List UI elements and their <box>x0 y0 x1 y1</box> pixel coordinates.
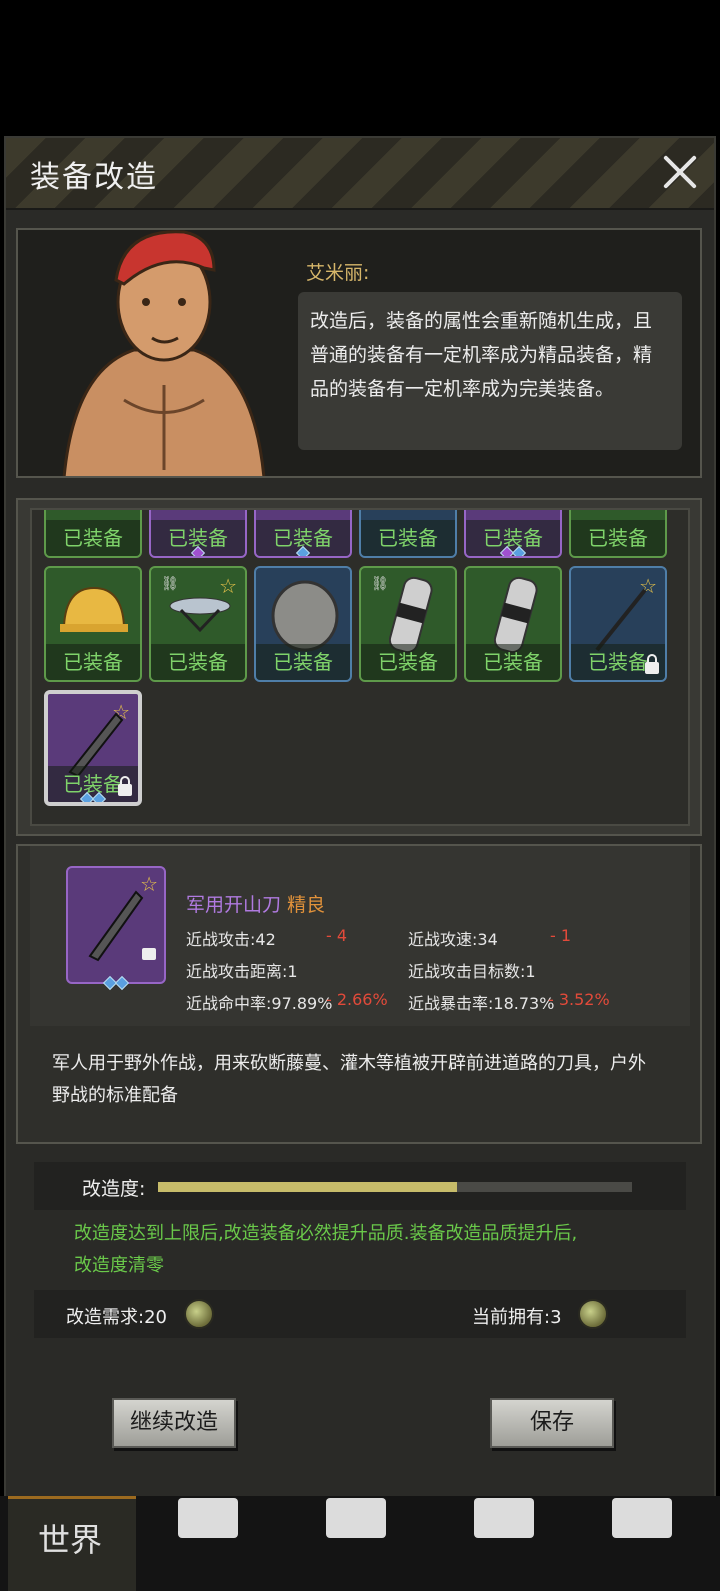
gem-icon <box>91 791 107 802</box>
stat-label: 近战命中率:97.89% <box>186 994 333 1013</box>
stat-delta: - 2.66% <box>326 990 388 1009</box>
refine-note: 改造度达到上限后,改造装备必然提升品质.装备改造品质提升后,改造度清零 <box>74 1223 578 1276</box>
shield-icon <box>271 580 339 652</box>
refine-progress-fill <box>158 1182 457 1192</box>
inventory-slot[interactable]: 已装备 <box>44 510 142 558</box>
item-icon: ☆ <box>66 866 166 991</box>
hardhat-icon <box>60 586 128 632</box>
equipped-label: 已装备 <box>466 644 560 680</box>
equipment-modify-dialog: 装备改造 艾米丽: 改造后，装备的属性会重新随机生成，且普通的装备有一定机率成为… <box>4 136 716 1516</box>
stat-label: 近战攻击目标数:1 <box>408 962 536 981</box>
stat-label: 近战攻击:42 <box>186 930 276 949</box>
gem-sockets <box>102 975 130 991</box>
item-name-line: 军用开山刀 精良 <box>186 890 325 917</box>
gem-sockets <box>295 545 311 556</box>
refine-progress-row: 改造度: <box>34 1162 686 1210</box>
item-name: 军用开山刀 <box>186 894 282 916</box>
gem-icon <box>190 545 206 556</box>
lock-icon <box>118 776 132 796</box>
continue-modify-button[interactable]: 继续改造 <box>112 1398 236 1448</box>
lock-icon <box>645 654 659 674</box>
status-area <box>0 0 720 136</box>
arm-guard-icon <box>389 576 433 654</box>
save-button[interactable]: 保存 <box>490 1398 614 1448</box>
inventory-slot[interactable]: ⛓ 已装备 <box>359 566 457 682</box>
equipped-label: 已装备 <box>46 520 140 556</box>
nav-world-label: 世界 <box>38 1521 103 1559</box>
stat-delta: - 3.52% <box>548 990 610 1009</box>
nav-world[interactable]: 世界 <box>8 1496 136 1591</box>
bottom-nav: 世界 <box>0 1496 720 1591</box>
gem-icon <box>114 975 130 991</box>
owned-label: 当前拥有:3 <box>472 1307 562 1328</box>
npc-panel: 艾米丽: 改造后，装备的属性会重新随机生成，且普通的装备有一定机率成为精品装备，… <box>16 228 702 478</box>
cart-icon[interactable] <box>612 1498 672 1538</box>
lock-icon <box>142 948 156 960</box>
refine-label: 改造度: <box>82 1178 146 1200</box>
equipped-label: 已装备 <box>151 644 245 680</box>
stat-label: 近战暴击率:18.73% <box>408 994 555 1013</box>
close-button[interactable] <box>660 152 700 192</box>
required-label: 改造需求:20 <box>66 1307 167 1328</box>
item-description: 军人用于野外作战，用来砍断藤蔓、灌木等植被开辟前进道路的刀具，户外野战的标准配备 <box>52 1053 646 1106</box>
stat-delta: - 1 <box>550 926 572 945</box>
cost-row: 改造需求:20 当前拥有:3 <box>34 1290 686 1338</box>
dialog-title: 装备改造 <box>30 160 158 195</box>
equipped-label: 已装备 <box>256 644 350 680</box>
inventory-slot[interactable]: 已装备 <box>254 566 352 682</box>
gem-icon <box>295 545 311 556</box>
stat-label: 近战攻击距离:1 <box>186 962 298 981</box>
inventory-panel: 已装备 已装备 已装备 已装备 已装备 已装备 已装备 ⛓ ☆ 已装备 已装备 ⛓ <box>16 498 702 836</box>
gem-sockets <box>499 545 527 556</box>
coin-icon <box>578 1299 608 1329</box>
gem-sockets <box>79 791 107 802</box>
equipped-label: 已装备 <box>571 520 665 556</box>
stat-delta: - 4 <box>326 926 348 945</box>
inventory-slot[interactable]: 已装备 <box>254 510 352 558</box>
inventory-slot-selected[interactable]: ☆ 已装备 <box>44 690 142 806</box>
item-detail-panel: ☆ 军用开山刀 精良 近战攻击:42 - 4 近战攻速:34 - 1 近战攻击距… <box>16 844 702 1144</box>
machete-icon <box>88 890 144 962</box>
item-detail-top: ☆ 军用开山刀 精良 近战攻击:42 - 4 近战攻速:34 - 1 近战攻击距… <box>30 846 690 1026</box>
gem-icon <box>511 545 527 556</box>
anvil-icon[interactable] <box>326 1498 386 1538</box>
stat-label: 近战攻速:34 <box>408 930 498 949</box>
title-bar: 装备改造 <box>6 138 714 210</box>
inventory-slot[interactable]: 已装备 <box>149 510 247 558</box>
equipped-label: 已装备 <box>361 644 455 680</box>
inventory-slot[interactable]: 已装备 <box>359 510 457 558</box>
link-icon: ⛓ <box>371 576 389 592</box>
coin-icon <box>184 1299 214 1329</box>
inventory-slot[interactable]: ☆ 已装备 <box>569 566 667 682</box>
npc-speech: 改造后，装备的属性会重新随机生成，且普通的装备有一定机率成为精品装备，精品的装备… <box>298 292 682 450</box>
npc-name: 艾米丽: <box>306 262 370 284</box>
inventory-slot[interactable]: 已装备 <box>569 510 667 558</box>
refine-progress-bar <box>158 1182 632 1192</box>
inventory-grid[interactable]: 已装备 已装备 已装备 已装备 已装备 已装备 已装备 ⛓ ☆ 已装备 已装备 ⛓ <box>30 508 690 826</box>
equipped-label: 已装备 <box>361 520 455 556</box>
building-icon[interactable] <box>474 1498 534 1538</box>
lid-armor-icon <box>169 597 231 633</box>
inventory-slot[interactable]: ⛓ ☆ 已装备 <box>149 566 247 682</box>
npc-portrait <box>62 230 266 476</box>
item-quality: 精良 <box>287 894 326 916</box>
backpack-icon[interactable] <box>178 1498 238 1538</box>
gem-sockets <box>190 545 206 556</box>
inventory-slot[interactable]: 已装备 <box>44 566 142 682</box>
equipped-label: 已装备 <box>46 644 140 680</box>
arm-guard-icon <box>494 576 538 654</box>
inventory-slot[interactable]: 已装备 <box>464 566 562 682</box>
inventory-slot[interactable]: 已装备 <box>464 510 562 558</box>
